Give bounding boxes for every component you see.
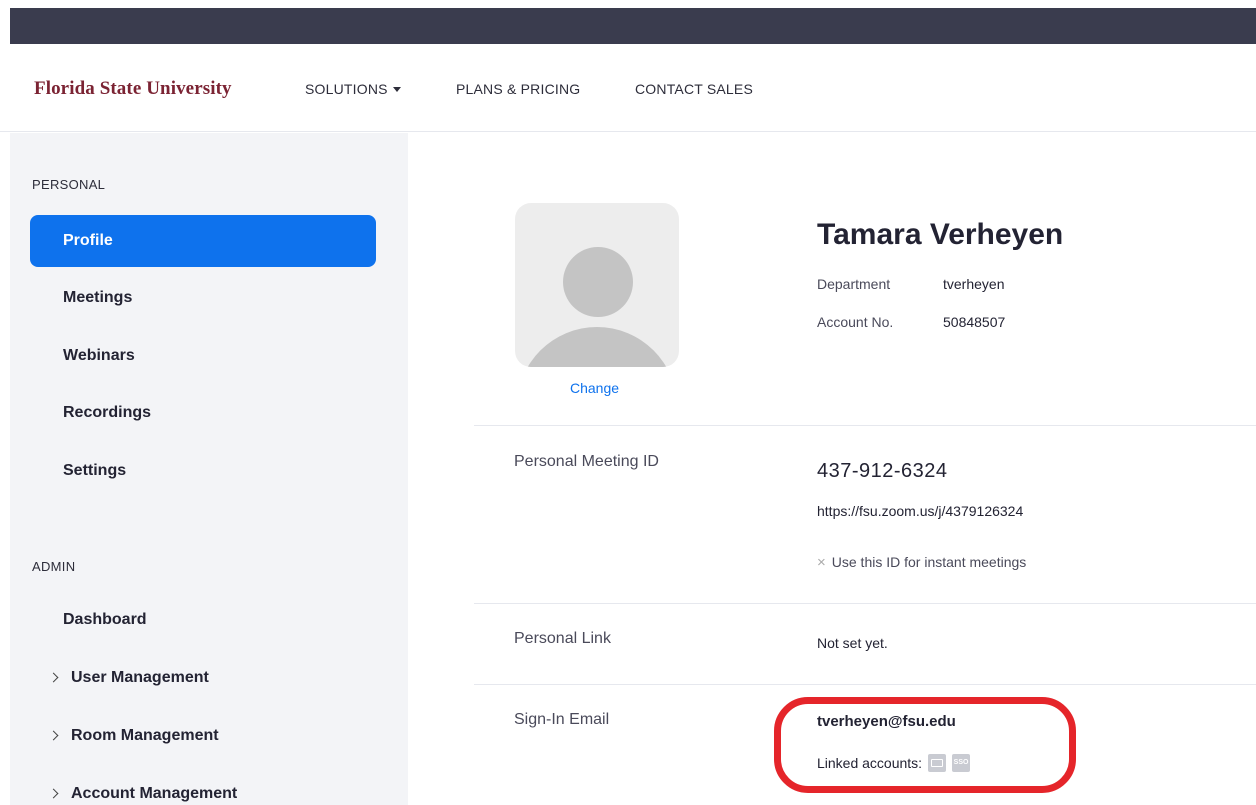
- highlight-annotation: [774, 697, 1076, 793]
- personal-link-label: Personal Link: [514, 630, 611, 647]
- account-number-value: 50848507: [943, 314, 1006, 330]
- sidebar: PERSONAL Profile Meetings Webinars Recor…: [10, 133, 408, 805]
- meeting-url[interactable]: https://fsu.zoom.us/j/4379126324: [817, 503, 1023, 519]
- personal-link-value: Not set yet.: [817, 635, 888, 651]
- department-label: Department: [817, 276, 891, 292]
- personal-meeting-id-label: Personal Meeting ID: [514, 453, 659, 470]
- chevron-right-icon: [48, 672, 59, 683]
- avatar[interactable]: [515, 203, 679, 367]
- divider: [474, 603, 1256, 604]
- caret-down-icon: [392, 86, 401, 92]
- brand-logo[interactable]: Florida State University: [34, 78, 232, 100]
- profile-main: Change Tamara Verheyen Department tverhe…: [408, 133, 1256, 805]
- sidebar-item-dashboard[interactable]: Dashboard: [30, 594, 376, 646]
- sidebar-item-settings[interactable]: Settings: [30, 445, 376, 497]
- sign-in-email-label: Sign-In Email: [514, 711, 610, 728]
- personal-section-label: PERSONAL: [32, 177, 106, 192]
- sidebar-item-room-management[interactable]: Room Management: [30, 710, 376, 762]
- account-number-label: Account No.: [817, 314, 894, 330]
- top-bar: [10, 8, 1256, 44]
- sidebar-item-profile[interactable]: Profile: [30, 215, 376, 267]
- sidebar-item-account-management[interactable]: Account Management: [30, 768, 376, 805]
- sidebar-item-meetings[interactable]: Meetings: [30, 272, 376, 324]
- department-value: tverheyen: [943, 276, 1005, 292]
- change-avatar-link[interactable]: Change: [570, 380, 619, 396]
- divider: [474, 425, 1256, 426]
- sidebar-item-webinars[interactable]: Webinars: [30, 330, 376, 382]
- chevron-right-icon: [48, 788, 59, 799]
- chevron-right-icon: [48, 730, 59, 741]
- instant-meeting-option[interactable]: × Use this ID for instant meetings: [817, 554, 1026, 571]
- profile-name: Tamara Verheyen: [817, 218, 1064, 251]
- avatar-body-shape: [517, 327, 677, 367]
- sidebar-item-recordings[interactable]: Recordings: [30, 387, 376, 439]
- nav-solutions[interactable]: SOLUTIONS: [305, 81, 401, 97]
- avatar-head-shape: [563, 247, 633, 317]
- nav-contact-sales[interactable]: CONTACT SALES: [635, 81, 753, 97]
- nav-plans-pricing[interactable]: PLANS & PRICING: [456, 81, 580, 97]
- close-icon: ×: [817, 554, 826, 571]
- personal-meeting-id-value: 437-912-6324: [817, 460, 948, 482]
- admin-section-label: ADMIN: [32, 559, 76, 574]
- divider: [474, 684, 1256, 685]
- nav-bar: Florida State University SOLUTIONS PLANS…: [0, 44, 1256, 132]
- sidebar-item-user-management[interactable]: User Management: [30, 652, 376, 704]
